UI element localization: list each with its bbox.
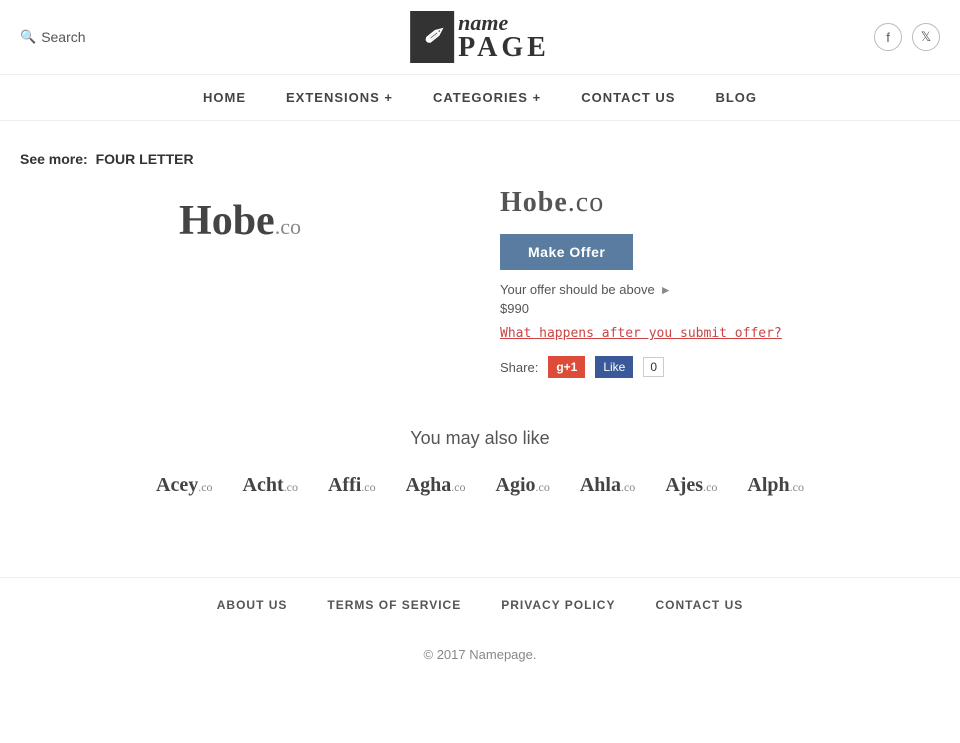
product-info: Hobe.co Make Offer Your offer should be … — [500, 187, 940, 378]
share-row: Share: g+1 Like 0 — [500, 356, 940, 378]
domain-title: Hobe.co — [500, 187, 940, 219]
card-name: Agha — [406, 474, 452, 496]
domain-cards: Acey.coAcht.coAffi.coAgha.coAgio.coAhla.… — [20, 474, 940, 497]
domain-card[interactable]: Ajes.co — [665, 474, 717, 497]
nav-extensions[interactable]: EXTENSIONS + — [286, 90, 393, 105]
search-icon: 🔍 — [20, 29, 36, 45]
card-tld: .co — [536, 480, 550, 494]
header: 🔍 Search ✐ name PAGE f 𝕏 — [0, 0, 960, 75]
card-tld: .co — [361, 480, 375, 494]
logo-page: PAGE — [458, 34, 550, 62]
card-name: Ajes — [665, 474, 703, 496]
card-name: Agio — [496, 474, 536, 496]
social-icons: f 𝕏 — [874, 23, 940, 51]
domain-card[interactable]: Acey.co — [156, 474, 213, 497]
also-like-section: You may also like Acey.coAcht.coAffi.coA… — [20, 428, 940, 497]
nav-categories[interactable]: CATEGORIES + — [433, 90, 541, 105]
domain-name-title: Hobe — [500, 187, 568, 218]
search-area[interactable]: 🔍 Search — [20, 29, 86, 45]
fb-count: 0 — [643, 357, 664, 377]
fb-like-button[interactable]: Like — [595, 356, 633, 378]
logo[interactable]: ✐ name PAGE — [410, 11, 550, 63]
product-logo-area: Hobe.co — [20, 187, 460, 378]
domain-card[interactable]: Affi.co — [328, 474, 376, 497]
card-tld: .co — [198, 480, 212, 494]
card-name: Ahla — [580, 474, 621, 496]
card-tld: .co — [790, 480, 804, 494]
domain-tld-title: .co — [568, 187, 604, 218]
search-label: Search — [41, 29, 85, 45]
footer-nav: ABOUT US TERMS OF SERVICE PRIVACY POLICY… — [0, 577, 960, 632]
domain-card[interactable]: Alph.co — [747, 474, 804, 497]
nav-contact[interactable]: CONTACT US — [581, 90, 675, 105]
domain-logo-large: Hobe.co — [179, 197, 301, 245]
logo-name: name — [458, 12, 550, 34]
card-name: Affi — [328, 474, 361, 496]
share-label: Share: — [500, 360, 538, 375]
also-like-title: You may also like — [20, 428, 940, 449]
twitter-icon[interactable]: 𝕏 — [912, 23, 940, 51]
logo-icon: ✐ — [410, 11, 454, 63]
card-name: Acey — [156, 474, 198, 496]
footer-contact[interactable]: CONTACT US — [655, 598, 743, 612]
four-letter-link[interactable]: FOUR LETTER — [96, 151, 194, 167]
card-tld: .co — [703, 480, 717, 494]
footer-about[interactable]: ABOUT US — [217, 598, 288, 612]
card-tld: .co — [284, 480, 298, 494]
domain-tld-large: .co — [275, 214, 301, 239]
nav-home[interactable]: HOME — [203, 90, 246, 105]
breadcrumb: See more: FOUR LETTER — [20, 151, 940, 167]
what-happens-link[interactable]: What happens after you submit offer? — [500, 326, 940, 341]
footer-privacy[interactable]: PRIVACY POLICY — [501, 598, 615, 612]
logo-text-block: name PAGE — [454, 12, 550, 62]
gplus-button[interactable]: g+1 — [548, 356, 585, 378]
footer-bottom: © 2017 Namepage. — [0, 632, 960, 692]
facebook-icon[interactable]: f — [874, 23, 902, 51]
main-nav: HOME EXTENSIONS + CATEGORIES + CONTACT U… — [0, 75, 960, 121]
domain-card[interactable]: Agio.co — [496, 474, 550, 497]
card-name: Acht — [243, 474, 284, 496]
offer-info-label: Your offer should be above — [500, 282, 655, 297]
domain-card[interactable]: Agha.co — [406, 474, 466, 497]
nav-blog[interactable]: BLOG — [715, 90, 757, 105]
card-tld: .co — [621, 480, 635, 494]
offer-amount: $990 — [500, 301, 940, 316]
see-more-label: See more: — [20, 151, 88, 167]
make-offer-button[interactable]: Make Offer — [500, 234, 633, 270]
domain-card[interactable]: Ahla.co — [580, 474, 635, 497]
card-tld: .co — [451, 480, 465, 494]
main-content: See more: FOUR LETTER Hobe.co Hobe.co Ma… — [0, 121, 960, 517]
footer-terms[interactable]: TERMS OF SERVICE — [327, 598, 461, 612]
arrow-right-icon: ► — [660, 283, 672, 297]
domain-card[interactable]: Acht.co — [243, 474, 298, 497]
offer-info-text: Your offer should be above ► — [500, 282, 940, 297]
product-section: Hobe.co Hobe.co Make Offer Your offer sh… — [20, 187, 940, 378]
footer-brand[interactable]: Namepage. — [469, 647, 536, 662]
logo-box: ✐ name PAGE — [410, 11, 550, 63]
domain-name-large: Hobe — [179, 198, 275, 244]
fb-like-label: Like — [603, 360, 625, 374]
copyright: © 2017 — [424, 647, 466, 662]
card-name: Alph — [747, 474, 789, 496]
